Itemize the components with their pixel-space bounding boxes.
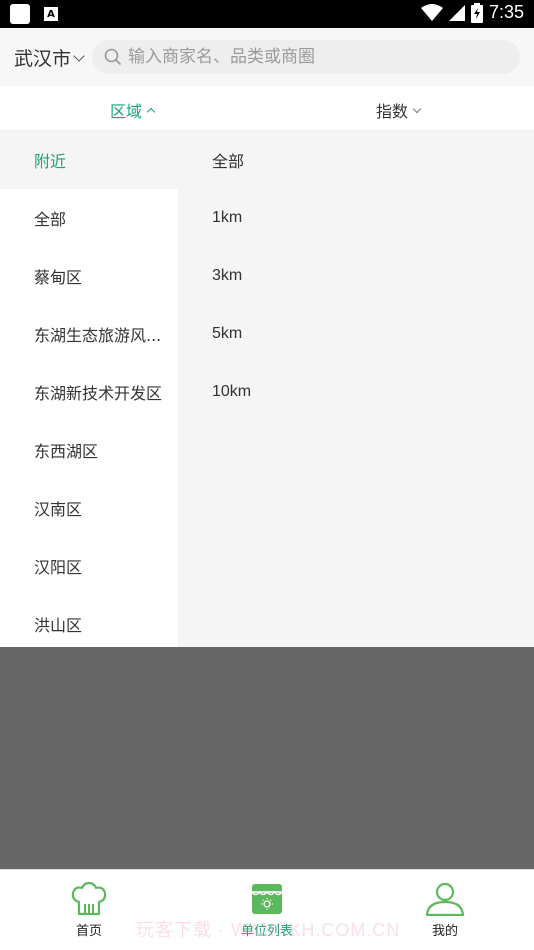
area-item-all[interactable]: 全部 <box>0 189 178 247</box>
area-dropdown-panel: 附近 全部 蔡甸区 东湖生态旅游风... 东湖新技术开发区 东西湖区 汉南区 汉… <box>0 131 534 647</box>
area-item-label: 全部 <box>34 210 67 229</box>
store-icon <box>251 884 283 914</box>
watermark: 玩客下载 · WANKXH.COM.CN <box>136 920 401 940</box>
area-item-label: 汉南区 <box>34 500 83 519</box>
search-input[interactable] <box>128 47 508 67</box>
area-item-label: 东湖新技术开发区 <box>34 384 163 403</box>
chevron-up-icon <box>146 107 156 116</box>
chevron-down-icon <box>412 104 422 113</box>
clock: 7:35 <box>488 2 524 22</box>
nav-home-label: 首页 <box>75 924 102 939</box>
notification-icon <box>10 4 30 24</box>
chevron-down-icon <box>73 49 85 62</box>
signal-icon <box>448 4 465 21</box>
filter-index-label: 指数 <box>376 102 409 121</box>
search-header: 武汉市 <box>0 28 534 86</box>
area-item-donghu-tech[interactable]: 东湖新技术开发区 <box>0 363 178 421</box>
area-item-label: 汉阳区 <box>34 558 83 577</box>
chef-hat-icon <box>71 882 107 916</box>
nav-me[interactable]: 我的 <box>400 882 490 939</box>
dim-overlay[interactable] <box>0 647 534 869</box>
distance-item-10km[interactable]: 10km <box>178 363 534 421</box>
area-item-dongxihu[interactable]: 东西湖区 <box>0 421 178 479</box>
area-item-donghu-eco[interactable]: 东湖生态旅游风... <box>0 305 178 363</box>
distance-item-3km[interactable]: 3km <box>178 247 534 305</box>
area-item-hongshan[interactable]: 洪山区 <box>0 595 178 653</box>
area-item-label: 洪山区 <box>34 616 83 635</box>
nav-home[interactable]: 首页 <box>44 882 134 939</box>
filter-area-label: 区域 <box>110 102 143 121</box>
nav-me-label: 我的 <box>431 924 458 939</box>
area-item-caidian[interactable]: 蔡甸区 <box>0 247 178 305</box>
search-bar[interactable] <box>92 40 520 74</box>
distance-item-all[interactable]: 全部 <box>178 131 534 189</box>
user-icon <box>425 882 465 916</box>
city-selector[interactable]: 武汉市 <box>14 44 85 71</box>
city-label: 武汉市 <box>14 48 72 70</box>
area-item-label: 东西湖区 <box>34 442 99 461</box>
area-list: 附近 全部 蔡甸区 东湖生态旅游风... 东湖新技术开发区 东西湖区 汉南区 汉… <box>0 131 178 647</box>
filter-area-tab[interactable]: 区域 <box>110 98 156 122</box>
area-item-label: 附近 <box>34 152 67 171</box>
distance-item-5km[interactable]: 5km <box>178 305 534 363</box>
area-item-label: 东湖生态旅游风... <box>34 326 162 345</box>
filter-index-tab[interactable]: 指数 <box>376 98 422 122</box>
battery-icon <box>470 2 483 23</box>
search-icon <box>104 48 122 66</box>
area-item-hannan[interactable]: 汉南区 <box>0 479 178 537</box>
wifi-icon <box>420 3 443 21</box>
area-item-nearby[interactable]: 附近 <box>0 131 178 189</box>
status-bar: A 7:35 <box>0 0 534 28</box>
a-notification-icon: A <box>44 7 58 21</box>
distance-list: 全部 1km 3km 5km 10km <box>178 131 534 647</box>
distance-item-1km[interactable]: 1km <box>178 189 534 247</box>
filter-bar: 区域 指数 <box>0 86 534 131</box>
area-item-label: 蔡甸区 <box>34 268 83 287</box>
area-item-hanyang[interactable]: 汉阳区 <box>0 537 178 595</box>
